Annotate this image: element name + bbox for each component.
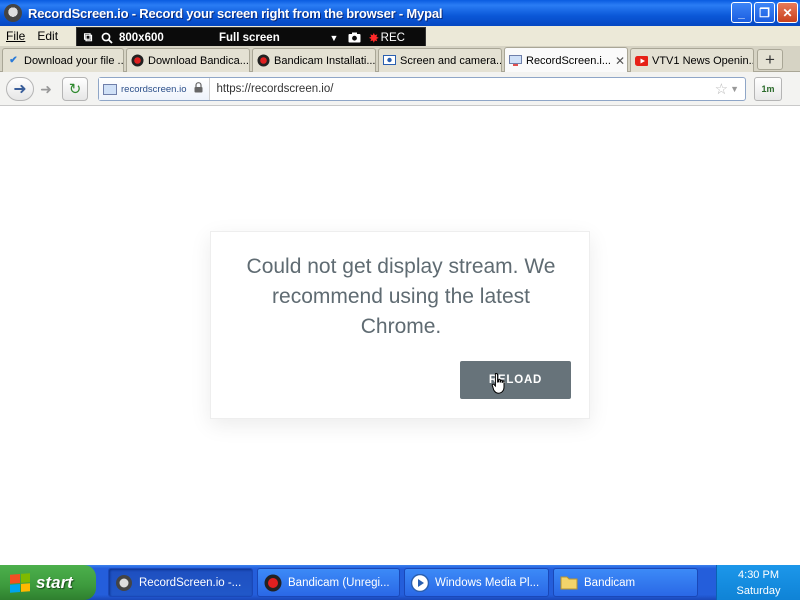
window-title: RecordScreen.io - Record your screen rig… xyxy=(28,5,443,21)
taskbar-item-label: RecordScreen.io -... xyxy=(139,576,242,589)
taskbar-item-recordscreen[interactable]: RecordScreen.io -... xyxy=(108,568,253,597)
tab-bandicam-installation[interactable]: Bandicam Installati... xyxy=(252,48,376,72)
addon-button[interactable]: 1m xyxy=(754,77,782,101)
start-label: start xyxy=(36,572,73,592)
tab-screen-and-camera[interactable]: Screen and camera... xyxy=(378,48,502,72)
error-dialog: Could not get display stream. We recomme… xyxy=(210,231,590,419)
window-mode-icon[interactable]: ⧉ xyxy=(77,30,99,45)
new-tab-button[interactable]: + xyxy=(757,49,783,70)
tab-label: Bandicam Installati... xyxy=(274,54,376,67)
media-player-icon xyxy=(410,573,430,592)
start-button[interactable]: start xyxy=(0,565,96,600)
mypal-app-icon xyxy=(4,4,22,22)
hand-cursor-icon xyxy=(491,372,505,394)
tab-label: Download your file ... xyxy=(24,54,124,67)
capture-resolution: 800x600 xyxy=(119,31,164,44)
record-icon: ✸ xyxy=(369,32,379,45)
addon-label: 1m xyxy=(761,84,775,94)
close-window-button[interactable]: ✕ xyxy=(777,2,798,23)
tab-label: Screen and camera... xyxy=(400,54,502,67)
arrow-right-icon: ➜ xyxy=(40,80,52,97)
page-content: Could not get display stream. We recomme… xyxy=(0,107,800,565)
arrow-left-icon: ➜ xyxy=(13,81,27,98)
tab-vtv1-news[interactable]: VTV1 News Openin... xyxy=(630,48,754,72)
menu-edit[interactable]: Edit xyxy=(31,29,64,43)
taskbar-item-label: Bandicam (Unregi... xyxy=(288,576,390,589)
navigation-bar: ➜ ➜ ↻ recordscreen.io https://recordscre… xyxy=(0,72,800,106)
system-tray-clock[interactable]: 4:30 PM Saturday xyxy=(716,565,800,600)
reload-button[interactable]: RELOAD xyxy=(460,361,571,399)
lock-icon xyxy=(194,82,203,96)
search-icon[interactable] xyxy=(99,32,115,44)
reload-page-button[interactable]: ↻ xyxy=(62,77,88,101)
site-identity[interactable]: recordscreen.io xyxy=(99,78,211,100)
error-message: Could not get display stream. We recomme… xyxy=(246,255,556,338)
rec-label: REC xyxy=(380,31,405,44)
taskbar: start RecordScreen.io -... Bandicam (Unr… xyxy=(0,565,800,600)
taskbar-item-label: Bandicam xyxy=(584,576,636,589)
tab-bar: ✔ Download your file ... Download Bandic… xyxy=(0,46,800,73)
bandicam-icon xyxy=(131,54,144,67)
tab-label: VTV1 News Openin... xyxy=(652,54,754,67)
rec-button[interactable]: ✸ REC xyxy=(369,31,405,45)
windows-flag-icon xyxy=(10,572,30,593)
tab-recordscreen[interactable]: RecordScreen.i... ✕ xyxy=(504,47,628,73)
reload-icon: ↻ xyxy=(68,81,82,98)
clock-time: 4:30 PM xyxy=(738,569,779,581)
taskbar-item-label: Windows Media Pl... xyxy=(435,576,540,589)
close-tab-icon[interactable]: ✕ xyxy=(611,54,625,68)
check-icon: ✔ xyxy=(9,55,18,66)
screen-icon xyxy=(383,54,396,67)
url-text[interactable]: https://recordscreen.io/ xyxy=(216,83,333,95)
clock-day: Saturday xyxy=(736,585,781,597)
tab-label: RecordScreen.i... xyxy=(526,54,611,67)
tab-label: Download Bandica... xyxy=(148,54,249,67)
mypal-icon xyxy=(115,574,133,592)
bookmark-star-icon[interactable]: ☆ xyxy=(715,80,728,98)
maximize-button[interactable]: ❐ xyxy=(754,2,775,23)
screen-icon xyxy=(509,54,522,67)
taskbar-item-media-player[interactable]: Windows Media Pl... xyxy=(404,568,549,597)
back-button[interactable]: ➜ xyxy=(6,77,34,101)
camera-icon[interactable] xyxy=(343,32,365,43)
chevron-down-icon[interactable]: ▼ xyxy=(325,33,343,43)
minimize-button[interactable]: _ xyxy=(731,2,752,23)
capture-mode[interactable]: Full screen xyxy=(219,32,325,44)
taskbar-item-bandicam-folder[interactable]: Bandicam xyxy=(553,568,698,597)
bandicam-icon xyxy=(257,54,270,67)
bandicam-icon xyxy=(264,574,282,592)
forward-button[interactable]: ➜ xyxy=(36,77,56,101)
window-titlebar: RecordScreen.io - Record your screen rig… xyxy=(0,0,800,26)
tab-download-bandicam[interactable]: Download Bandica... xyxy=(126,48,250,72)
tab-download-file[interactable]: ✔ Download your file ... xyxy=(2,48,124,72)
url-bar[interactable]: recordscreen.io https://recordscreen.io/… xyxy=(98,77,746,101)
site-favicon-icon xyxy=(103,83,117,95)
folder-icon xyxy=(560,574,578,592)
taskbar-item-bandicam-app[interactable]: Bandicam (Unregi... xyxy=(257,568,400,597)
chevron-down-icon[interactable]: ▼ xyxy=(730,84,739,94)
bandicam-toolbar: ⧉ 800x600 Full screen ▼ ✸ REC xyxy=(76,27,426,48)
youtube-icon xyxy=(635,54,648,67)
menu-file[interactable]: File xyxy=(0,29,31,43)
site-identity-label: recordscreen.io xyxy=(121,83,187,95)
